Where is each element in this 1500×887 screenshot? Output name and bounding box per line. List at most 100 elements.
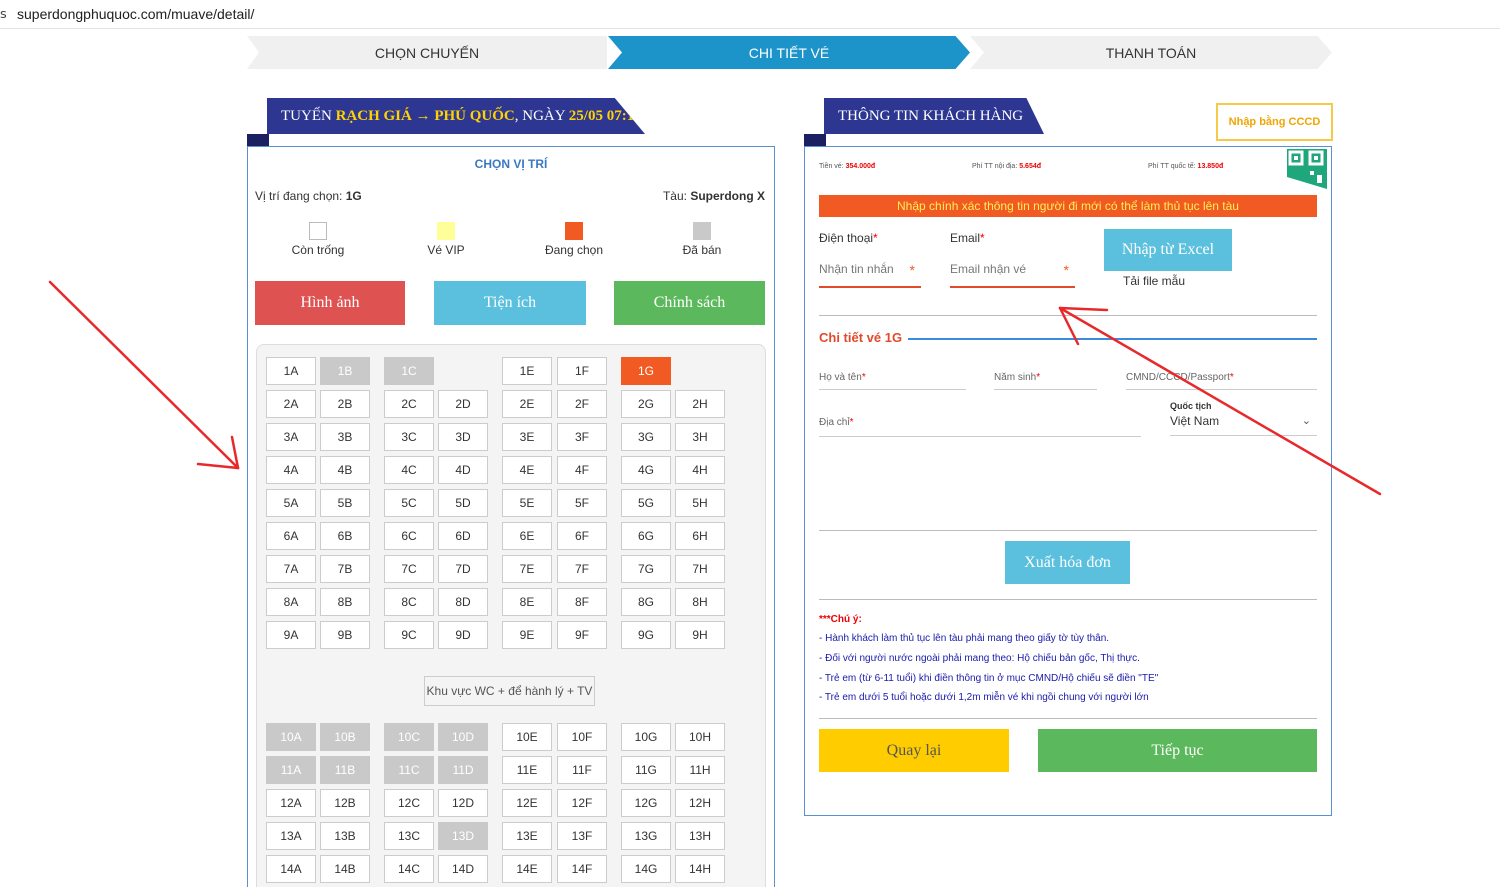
seat-12f[interactable]: 12F <box>557 789 607 817</box>
seat-13e[interactable]: 13E <box>502 822 552 850</box>
seat-11f[interactable]: 11F <box>557 756 607 784</box>
seat-2h[interactable]: 2H <box>675 390 725 418</box>
seat-2f[interactable]: 2F <box>557 390 607 418</box>
seat-5b[interactable]: 5B <box>320 489 370 517</box>
seat-7e[interactable]: 7E <box>502 555 552 583</box>
policy-button[interactable]: Chính sách <box>614 281 765 325</box>
seat-12b[interactable]: 12B <box>320 789 370 817</box>
birthyear-input[interactable]: Năm sinh* <box>994 372 1097 390</box>
seat-8d[interactable]: 8D <box>438 588 488 616</box>
seat-3e[interactable]: 3E <box>502 423 552 451</box>
seat-6a[interactable]: 6A <box>266 522 316 550</box>
seat-8f[interactable]: 8F <box>557 588 607 616</box>
seat-12c[interactable]: 12C <box>384 789 434 817</box>
seat-6h[interactable]: 6H <box>675 522 725 550</box>
seat-7a[interactable]: 7A <box>266 555 316 583</box>
export-invoice-button[interactable]: Xuất hóa đơn <box>1005 541 1130 584</box>
seat-7g[interactable]: 7G <box>621 555 671 583</box>
seat-3b[interactable]: 3B <box>320 423 370 451</box>
fullname-input[interactable]: Họ và tên* <box>819 372 966 390</box>
seat-10f[interactable]: 10F <box>557 723 607 751</box>
seat-3d[interactable]: 3D <box>438 423 488 451</box>
seat-5h[interactable]: 5H <box>675 489 725 517</box>
seat-11e[interactable]: 11E <box>502 756 552 784</box>
seat-11g[interactable]: 11G <box>621 756 671 784</box>
seat-9g[interactable]: 9G <box>621 621 671 649</box>
seat-5g[interactable]: 5G <box>621 489 671 517</box>
seat-14a[interactable]: 14A <box>266 855 316 883</box>
seat-14c[interactable]: 14C <box>384 855 434 883</box>
seat-7c[interactable]: 7C <box>384 555 434 583</box>
seat-3c[interactable]: 3C <box>384 423 434 451</box>
seat-7h[interactable]: 7H <box>675 555 725 583</box>
seat-3g[interactable]: 3G <box>621 423 671 451</box>
id-passport-input[interactable]: CMND/CCCD/Passport* <box>1126 372 1317 390</box>
seat-11h[interactable]: 11H <box>675 756 725 784</box>
seat-8b[interactable]: 8B <box>320 588 370 616</box>
seat-5c[interactable]: 5C <box>384 489 434 517</box>
continue-button[interactable]: Tiếp tục <box>1038 729 1317 772</box>
seat-13c[interactable]: 13C <box>384 822 434 850</box>
seat-4a[interactable]: 4A <box>266 456 316 484</box>
seat-4c[interactable]: 4C <box>384 456 434 484</box>
seat-2b[interactable]: 2B <box>320 390 370 418</box>
seat-2c[interactable]: 2C <box>384 390 434 418</box>
seat-1a[interactable]: 1A <box>266 357 316 385</box>
email-input[interactable]: Email nhận vé * <box>950 262 1075 288</box>
seat-6e[interactable]: 6E <box>502 522 552 550</box>
seat-13f[interactable]: 13F <box>557 822 607 850</box>
phone-input[interactable]: Nhận tin nhắn * <box>819 262 921 288</box>
seat-9b[interactable]: 9B <box>320 621 370 649</box>
seat-5e[interactable]: 5E <box>502 489 552 517</box>
seat-3a[interactable]: 3A <box>266 423 316 451</box>
seat-5d[interactable]: 5D <box>438 489 488 517</box>
seat-7f[interactable]: 7F <box>557 555 607 583</box>
seat-13b[interactable]: 13B <box>320 822 370 850</box>
address-input[interactable]: Địa chỉ* <box>819 417 1141 437</box>
seat-2e[interactable]: 2E <box>502 390 552 418</box>
seat-9c[interactable]: 9C <box>384 621 434 649</box>
seat-4e[interactable]: 4E <box>502 456 552 484</box>
seat-10g[interactable]: 10G <box>621 723 671 751</box>
seat-12d[interactable]: 12D <box>438 789 488 817</box>
seat-2a[interactable]: 2A <box>266 390 316 418</box>
seat-8c[interactable]: 8C <box>384 588 434 616</box>
seat-2d[interactable]: 2D <box>438 390 488 418</box>
seat-8e[interactable]: 8E <box>502 588 552 616</box>
browser-url-bar[interactable]: ꜱ superdongphuquoc.com/muave/detail/ <box>0 0 1500 29</box>
seat-13g[interactable]: 13G <box>621 822 671 850</box>
seat-6c[interactable]: 6C <box>384 522 434 550</box>
seat-7d[interactable]: 7D <box>438 555 488 583</box>
seat-14g[interactable]: 14G <box>621 855 671 883</box>
seat-14d[interactable]: 14D <box>438 855 488 883</box>
seat-9e[interactable]: 9E <box>502 621 552 649</box>
seat-6f[interactable]: 6F <box>557 522 607 550</box>
seat-9f[interactable]: 9F <box>557 621 607 649</box>
download-template-link[interactable]: Tải file mẫu <box>1123 274 1185 288</box>
seat-9d[interactable]: 9D <box>438 621 488 649</box>
seat-14b[interactable]: 14B <box>320 855 370 883</box>
seat-13a[interactable]: 13A <box>266 822 316 850</box>
seat-5f[interactable]: 5F <box>557 489 607 517</box>
seat-10h[interactable]: 10H <box>675 723 725 751</box>
site-info-icon[interactable]: ꜱ <box>0 6 7 22</box>
images-button[interactable]: Hình ảnh <box>255 281 405 325</box>
seat-14f[interactable]: 14F <box>557 855 607 883</box>
seat-4f[interactable]: 4F <box>557 456 607 484</box>
seat-1g[interactable]: 1G <box>621 357 671 385</box>
seat-12a[interactable]: 12A <box>266 789 316 817</box>
seat-7b[interactable]: 7B <box>320 555 370 583</box>
seat-4h[interactable]: 4H <box>675 456 725 484</box>
seat-3h[interactable]: 3H <box>675 423 725 451</box>
cccd-button[interactable]: Nhập bằng CCCD <box>1216 103 1333 141</box>
nationality-select[interactable]: Việt Nam ⌄ <box>1170 414 1317 436</box>
amenities-button[interactable]: Tiện ích <box>434 281 586 325</box>
seat-13h[interactable]: 13H <box>675 822 725 850</box>
seat-14h[interactable]: 14H <box>675 855 725 883</box>
seat-1f[interactable]: 1F <box>557 357 607 385</box>
seat-6g[interactable]: 6G <box>621 522 671 550</box>
seat-2g[interactable]: 2G <box>621 390 671 418</box>
seat-14e[interactable]: 14E <box>502 855 552 883</box>
seat-6b[interactable]: 6B <box>320 522 370 550</box>
seat-3f[interactable]: 3F <box>557 423 607 451</box>
